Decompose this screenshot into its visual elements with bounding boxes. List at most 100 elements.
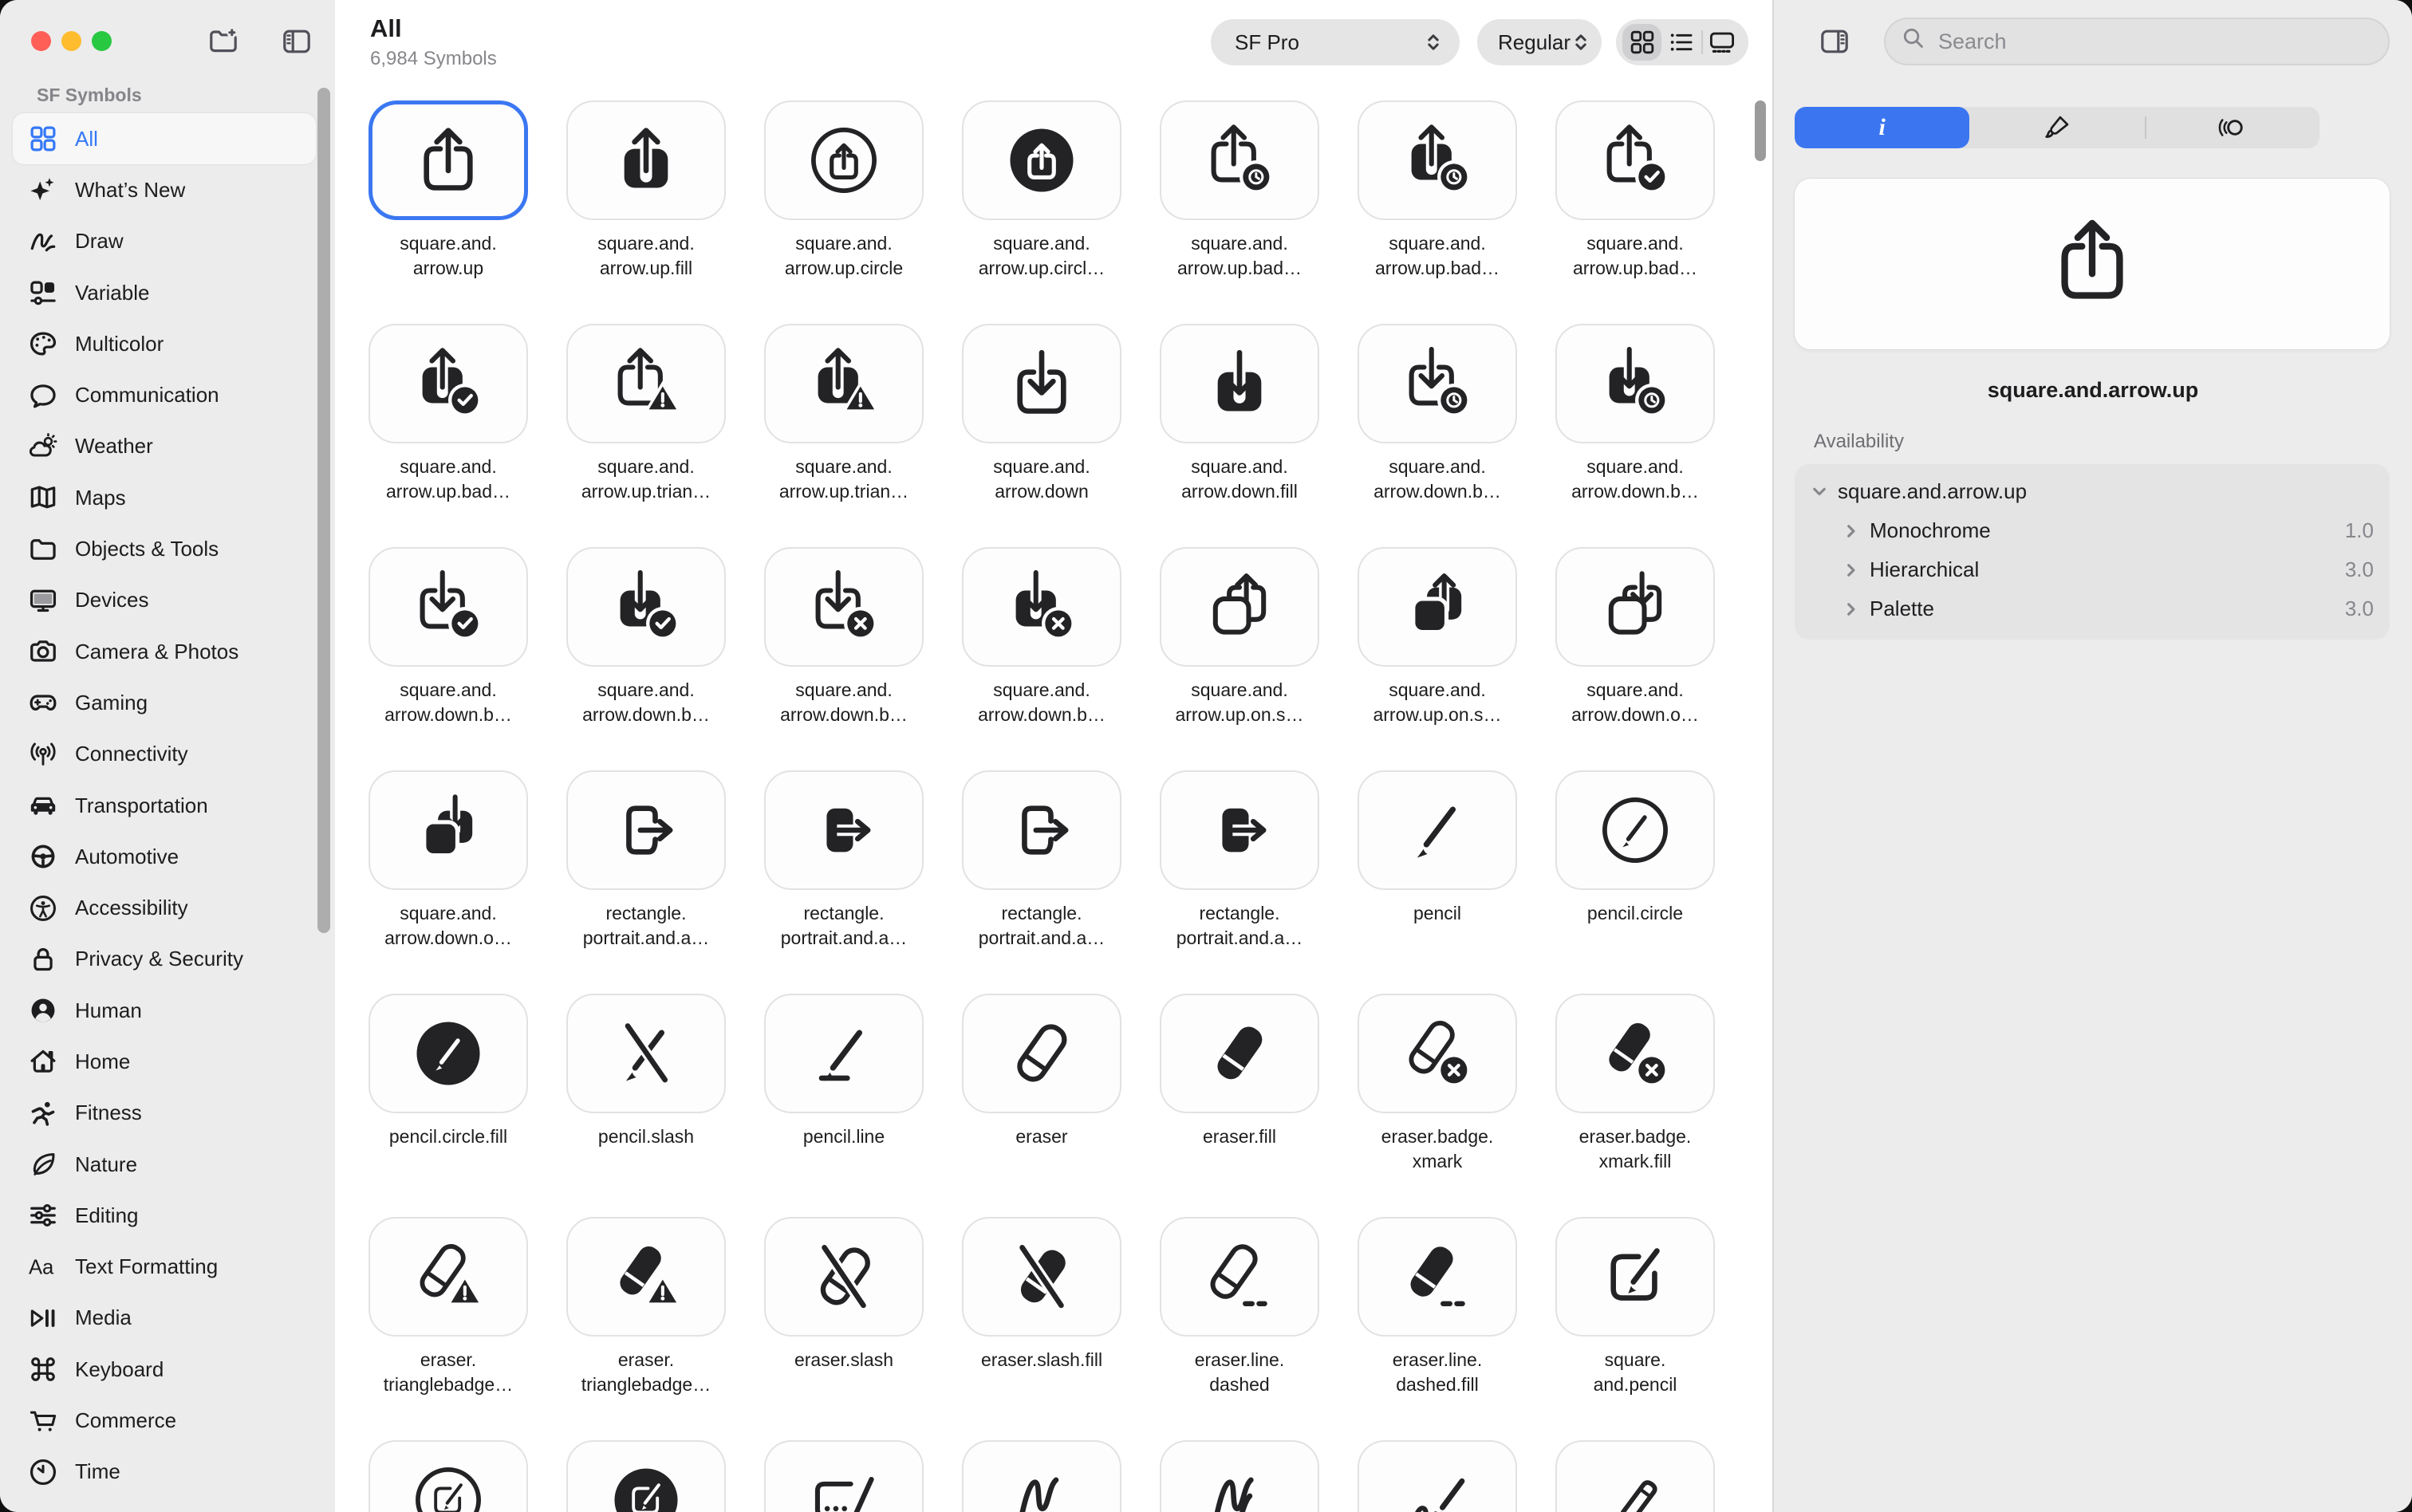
sidebar-item-objects-tools[interactable]: Objects & Tools (13, 523, 316, 574)
sidebar-item-text-formatting[interactable]: AaText Formatting (13, 1242, 316, 1293)
symbol-tile-pencil-circle-fill[interactable] (368, 994, 528, 1113)
symbol-tile-share-down-on-square-fill[interactable] (368, 770, 528, 890)
symbol-tile-pencil[interactable] (1358, 770, 1517, 890)
symbol-tile-share-up-fill-badge-tri[interactable] (764, 324, 924, 443)
symbol-tile-square-pencil[interactable] (1555, 1217, 1715, 1337)
view-mode-grid[interactable] (1622, 24, 1661, 61)
availability-row-hierarchical[interactable]: Hierarchical 3.0 (1811, 550, 2374, 589)
sidebar-item-editing[interactable]: Editing (13, 1190, 316, 1241)
sidebar-item-all[interactable]: All (13, 113, 316, 164)
symbol-tile-eraser-slash-fill[interactable] (962, 1217, 1121, 1337)
symbol-tile-share-up-on-square-fill[interactable] (1358, 547, 1517, 667)
symbol-tile-share-down-fill-badge-check[interactable] (566, 547, 726, 667)
sidebar-item-transportation[interactable]: Transportation (13, 780, 316, 831)
sidebar-item-what-s-new[interactable]: What’s New (13, 164, 316, 215)
cloud-sun-icon (22, 431, 64, 462)
symbol-tile-share-up-circle-fill[interactable] (962, 100, 1121, 220)
sidebar-item-nature[interactable]: Nature (13, 1139, 316, 1190)
symbol-tile-eraser-line-dashed[interactable] (1160, 1217, 1319, 1337)
symbol-tile-share-up-badge-tri[interactable] (566, 324, 726, 443)
symbol-tile-eraser-slash[interactable] (764, 1217, 924, 1337)
inspector-tab-info[interactable]: i (1795, 107, 1969, 148)
sidebar-item-media[interactable]: Media (13, 1293, 316, 1344)
toggle-sidebar-icon[interactable] (281, 26, 313, 57)
symbol-tile-square-pencil-circle[interactable] (368, 1440, 528, 1512)
zoom-button[interactable] (92, 31, 112, 51)
symbol-tile-eraser-badge-tri[interactable] (368, 1217, 528, 1337)
search-field[interactable] (1884, 18, 2390, 65)
sidebar-item-communication[interactable]: Communication (13, 369, 316, 420)
symbol-cell: pencil.line (764, 994, 924, 1217)
sidebar-item-privacy-security[interactable]: Privacy & Security (13, 934, 316, 985)
sidebar-item-variable[interactable]: Variable (13, 267, 316, 318)
sidebar-item-draw[interactable]: Draw (13, 216, 316, 267)
symbol-tile-rect-arrow-right[interactable] (962, 770, 1121, 890)
symbol-tile-share-up-fill-badge-check[interactable] (368, 324, 528, 443)
symbol-tile-share-up-fill-badge-clock[interactable] (1358, 100, 1517, 220)
symbol-tile-share-down-on-square[interactable] (1555, 547, 1715, 667)
sidebar-item-commerce[interactable]: Commerce (13, 1395, 316, 1446)
symbol-tile-share-up-fill[interactable] (566, 100, 726, 220)
symbol-tile-share-up[interactable] (368, 100, 528, 220)
symbol-tile-eraser-fill-badge-tri[interactable] (566, 1217, 726, 1337)
view-mode-list[interactable] (1661, 24, 1701, 61)
symbol-tile-share-up-badge-clock[interactable] (1160, 100, 1319, 220)
symbol-tile-eraser-fill[interactable] (1160, 994, 1319, 1113)
sidebar-item-time[interactable]: Time (13, 1447, 316, 1498)
minimize-button[interactable] (61, 31, 81, 51)
symbol-tile-scribble-variable[interactable] (1160, 1440, 1319, 1512)
sidebar-item-devices[interactable]: Devices (13, 575, 316, 626)
symbol-tile-rect-arrow-right[interactable] (566, 770, 726, 890)
symbol-tile-scribble[interactable] (962, 1440, 1121, 1512)
grid-scrollbar[interactable] (1755, 100, 1766, 161)
symbol-tile-pencil-circle[interactable] (1555, 770, 1715, 890)
sidebar-item-human[interactable]: Human (13, 985, 316, 1036)
inspector-tab-variable-color[interactable] (2145, 107, 2319, 148)
symbol-tile-eraser-line-dashed-fill[interactable] (1358, 1217, 1517, 1337)
symbol-tile-share-down-fill[interactable] (1160, 324, 1319, 443)
availability-row-monochrome[interactable]: Monochrome 1.0 (1811, 511, 2374, 550)
sidebar-scrollbar[interactable] (317, 88, 330, 933)
symbol-tile-share-up-circle[interactable] (764, 100, 924, 220)
symbol-tile-eraser-badge-x[interactable] (1358, 994, 1517, 1113)
close-button[interactable] (31, 31, 51, 51)
font-select[interactable]: SF Pro (1211, 19, 1460, 65)
symbol-tile-pencil-line[interactable] (764, 994, 924, 1113)
sidebar-item-fitness[interactable]: Fitness (13, 1088, 316, 1139)
symbol-tile-rect-arrow-right-fill[interactable] (764, 770, 924, 890)
symbol-tile-share-down-badge-x[interactable] (764, 547, 924, 667)
symbol-tile-share-down-badge-clock[interactable] (1358, 324, 1517, 443)
search-input[interactable] (1935, 28, 2372, 56)
symbol-tile-eraser[interactable] (962, 994, 1121, 1113)
symbol-tile-pencil-outline[interactable] (1555, 1440, 1715, 1512)
symbol-tile-pencil-scribble[interactable] (1358, 1440, 1517, 1512)
sidebar-item-weather[interactable]: Weather (13, 421, 316, 472)
toggle-right-panel-icon[interactable] (1809, 19, 1860, 64)
symbol-tile-share-down-fill-badge-clock[interactable] (1555, 324, 1715, 443)
sidebar-item-multicolor[interactable]: Multicolor (13, 318, 316, 369)
symbol-tile-pencil-slash[interactable] (566, 994, 726, 1113)
sidebar-item-keyboard[interactable]: Keyboard (13, 1344, 316, 1395)
sidebar-item-maps[interactable]: Maps (13, 472, 316, 523)
symbol-tile-share-down[interactable] (962, 324, 1121, 443)
symbol-tile-share-up-on-square[interactable] (1160, 547, 1319, 667)
weight-select[interactable]: Regular (1477, 19, 1602, 65)
availability-root-row[interactable]: square.and.arrow.up (1811, 472, 2374, 511)
sidebar-item-connectivity[interactable]: Connectivity (13, 729, 316, 780)
symbol-tile-share-up-badge-check[interactable] (1555, 100, 1715, 220)
sidebar-item-home[interactable]: Home (13, 1036, 316, 1087)
view-mode-gallery[interactable] (1703, 24, 1742, 61)
inspector-tab-rendering[interactable] (1969, 107, 2144, 148)
sidebar-item-gaming[interactable]: Gaming (13, 677, 316, 728)
sidebar-item-automotive[interactable]: Automotive (13, 831, 316, 882)
sidebar-item-camera-photos[interactable]: Camera & Photos (13, 626, 316, 677)
symbol-tile-eraser-fill-badge-x[interactable] (1555, 994, 1715, 1113)
symbol-tile-share-down-badge-check[interactable] (368, 547, 528, 667)
symbol-tile-rect-pencil-ellipsis[interactable] (764, 1440, 924, 1512)
sidebar-item-accessibility[interactable]: Accessibility (13, 882, 316, 933)
symbol-tile-square-pencil-circle-fill[interactable] (566, 1440, 726, 1512)
new-folder-icon[interactable] (207, 26, 239, 57)
availability-row-palette[interactable]: Palette 3.0 (1811, 589, 2374, 628)
symbol-tile-rect-arrow-right-fill[interactable] (1160, 770, 1319, 890)
symbol-tile-share-down-fill-badge-x[interactable] (962, 547, 1121, 667)
